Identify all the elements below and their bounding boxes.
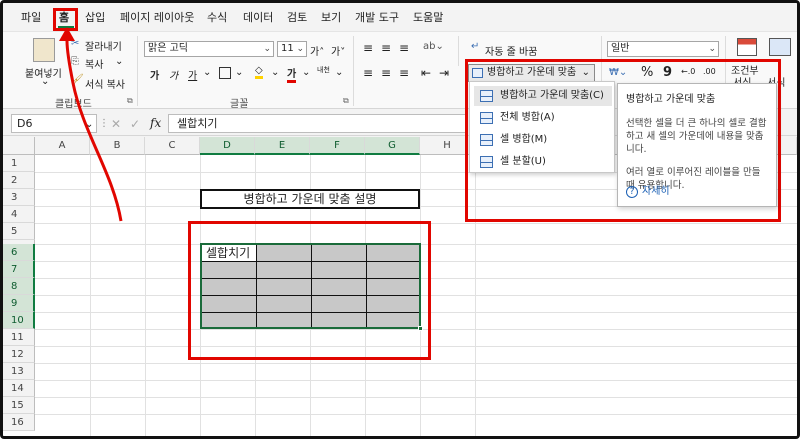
row-header[interactable]: 10 [3, 312, 35, 329]
merge-center-icon [480, 90, 493, 102]
chevron-down-icon[interactable]: ⌄ [335, 67, 343, 78]
tell-me-more-link[interactable]: ? 자세히 [626, 182, 670, 198]
gridline [35, 380, 797, 381]
arrow-head [59, 27, 75, 41]
merge-dropdown: 병합하고 가운데 맞춤(C) 전체 병합(A) 셀 병합(M) 셀 분할(U) [469, 81, 615, 173]
row-header[interactable]: 7 [3, 261, 35, 278]
range-highlight [188, 221, 431, 360]
title-cell[interactable]: 병합하고 가운데 맞춤 설명 [200, 189, 420, 209]
tooltip-description: 선택한 셀을 더 큰 하나의 셀로 결합하고 새 셀의 가운데에 내용을 맞춥니… [626, 118, 767, 155]
gridline [35, 414, 797, 415]
column-header[interactable]: D [200, 137, 255, 155]
arrow-curve [65, 40, 123, 222]
chevron-down-icon[interactable]: ⌄ [271, 67, 279, 78]
phonetic-button[interactable]: 내천 [317, 65, 330, 75]
gridline [35, 363, 797, 364]
row-header[interactable]: 15 [3, 397, 35, 414]
align-right-icon[interactable]: ≡ [399, 66, 409, 80]
formula-input[interactable]: 셀합치기 [168, 114, 468, 133]
unmerge-cells-icon [480, 156, 493, 168]
menu-data[interactable]: 데이터 [243, 9, 273, 25]
dialog-launcher-icon[interactable]: ⧉ [343, 96, 349, 106]
merge-across-item[interactable]: 전체 병합(A) [474, 108, 612, 128]
conditional-format-icon[interactable] [737, 38, 757, 56]
font-name-select[interactable]: 맑은 고딕 ⌄ [144, 41, 274, 57]
menu-help[interactable]: 도움말 [413, 9, 443, 25]
increase-indent-icon[interactable]: ⇥ [439, 66, 449, 80]
divider [353, 36, 354, 106]
menu-developer[interactable]: 개발 도구 [355, 9, 399, 25]
help-icon: ? [626, 186, 638, 198]
number-format-select[interactable]: 일반 ⌄ [607, 41, 719, 57]
decrease-indent-icon[interactable]: ⇤ [421, 66, 431, 80]
menu-file[interactable]: 파일 [21, 9, 41, 25]
border-icon[interactable] [219, 67, 231, 79]
merge-cells-item[interactable]: 셀 병합(M) [474, 130, 612, 150]
font-color-icon[interactable]: 가 [287, 65, 297, 83]
select-all-corner[interactable] [3, 137, 35, 155]
divider [458, 36, 459, 66]
merge-cells-icon [480, 134, 493, 146]
row-header[interactable]: 3 [3, 189, 35, 206]
menu-formulas[interactable]: 수식 [207, 9, 227, 25]
insert-function-button[interactable]: fx [150, 116, 161, 130]
row-header[interactable]: 14 [3, 380, 35, 397]
row-header[interactable]: 6 [3, 244, 35, 261]
column-header[interactable]: E [255, 137, 310, 155]
column-header[interactable]: C [145, 137, 200, 155]
menu-review[interactable]: 검토 [287, 9, 307, 25]
row-header[interactable]: 1 [3, 155, 35, 172]
row-header[interactable]: 4 [3, 206, 35, 223]
align-middle-icon[interactable]: ≡ [381, 41, 391, 55]
column-header[interactable]: G [365, 137, 420, 155]
merge-center-item[interactable]: 병합하고 가운데 맞춤(C) [474, 86, 612, 106]
italic-button[interactable]: 가 [169, 67, 178, 82]
unmerge-cells-item[interactable]: 셀 분할(U) [474, 152, 612, 172]
menu-view[interactable]: 보기 [321, 9, 341, 25]
tooltip: 병합하고 가운데 맞춤 선택한 셀을 더 큰 하나의 셀로 결합하고 새 셀의 … [617, 83, 777, 207]
orientation-icon[interactable]: ab⌄ [423, 41, 444, 52]
align-bottom-icon[interactable]: ≡ [399, 41, 409, 55]
align-center-icon[interactable]: ≡ [381, 66, 391, 80]
fill-color-icon[interactable]: ◇ [255, 65, 263, 79]
align-top-icon[interactable]: ≡ [363, 41, 373, 55]
merge-across-icon [480, 112, 493, 124]
arrow-annotation [59, 27, 123, 222]
row-header[interactable]: 12 [3, 346, 35, 363]
table-format-icon[interactable] [769, 38, 791, 56]
shrink-font-button[interactable]: 가˅ [331, 43, 345, 58]
chevron-down-icon[interactable]: ⌄ [302, 67, 310, 78]
row-header[interactable]: 11 [3, 329, 35, 346]
align-left-icon[interactable]: ≡ [363, 66, 373, 80]
row-header[interactable]: 9 [3, 295, 35, 312]
row-header[interactable]: 8 [3, 278, 35, 295]
font-group-label: 글꼴 [230, 99, 249, 110]
row-header[interactable]: 5 [3, 223, 35, 240]
tooltip-title: 병합하고 가운데 맞춤 [626, 94, 716, 105]
grow-font-button[interactable]: 가˄ [310, 43, 324, 58]
divider [137, 36, 138, 106]
chevron-down-icon[interactable]: ⌄ [235, 67, 243, 78]
underline-button[interactable]: 가 [188, 67, 197, 82]
row-header[interactable]: 13 [3, 363, 35, 380]
wrap-text-icon[interactable]: ↵ [471, 41, 479, 52]
row-header[interactable]: 16 [3, 414, 35, 431]
column-header[interactable]: F [310, 137, 365, 155]
bold-button[interactable]: 가 [150, 67, 159, 82]
wrap-text-button[interactable]: 자동 줄 바꿈 [485, 43, 537, 58]
excel-window: 파일 홈 삽입 페이지 레이아웃 수식 데이터 검토 보기 개발 도구 도움말 … [0, 0, 800, 439]
font-size-select[interactable]: 11 ⌄ [277, 41, 307, 57]
chevron-down-icon[interactable]: ⌄ [203, 67, 211, 78]
row-header[interactable]: 2 [3, 172, 35, 189]
row-gap [3, 240, 35, 244]
gridline [35, 397, 797, 398]
